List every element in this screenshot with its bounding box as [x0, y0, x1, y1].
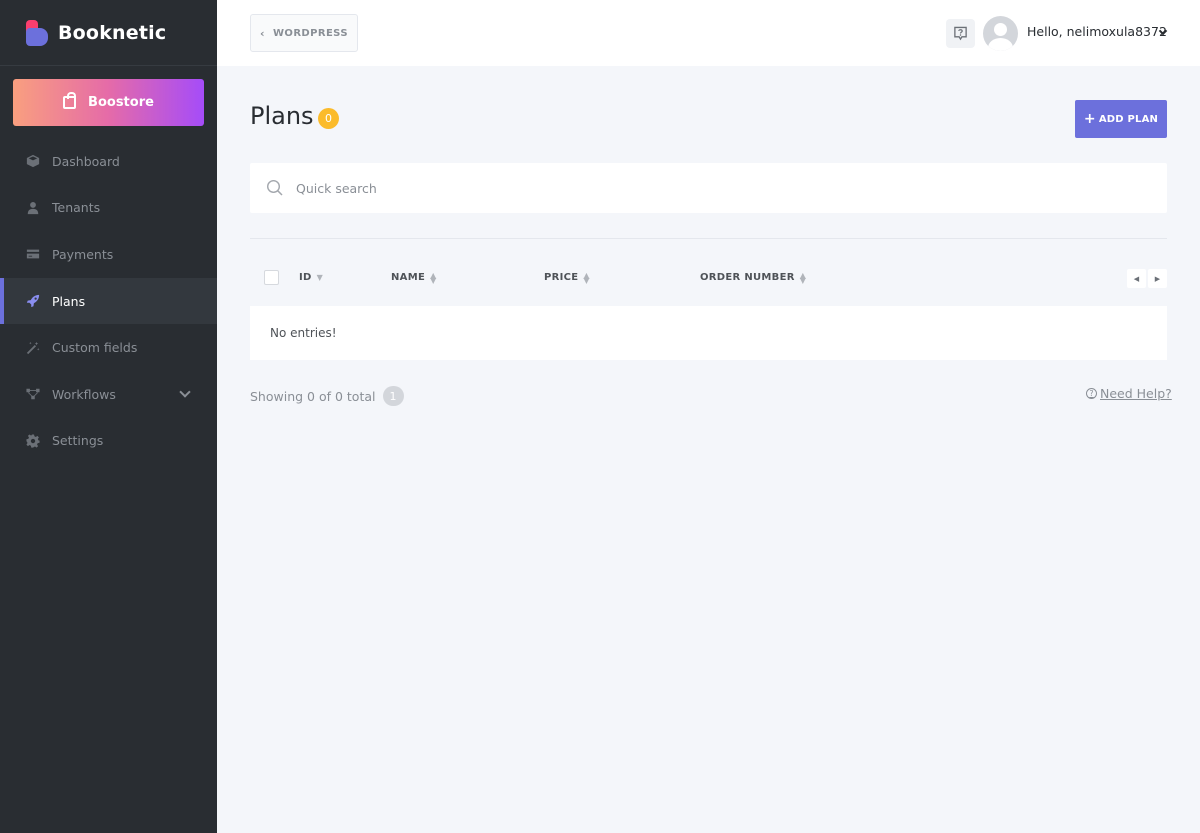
sidebar-item-label: Payments — [52, 246, 114, 262]
boostore-label: Boostore — [88, 95, 154, 110]
sidebar-item-workflows[interactable]: Workflows — [0, 371, 217, 418]
table-scroll-controls: ◀ ▶ — [1127, 269, 1167, 288]
search-icon — [266, 179, 283, 196]
sidebar-item-custom-fields[interactable]: Custom fields — [0, 324, 217, 371]
app-logo[interactable]: Booknetic — [0, 0, 217, 66]
column-header-name[interactable]: NAME ▲ ▼ — [391, 270, 437, 285]
column-header-price[interactable]: PRICE ▲ ▼ — [544, 270, 590, 285]
need-help-link[interactable]: ? Need Help? — [1086, 386, 1172, 401]
page-title: Plans — [250, 102, 314, 130]
sort-desc-icon: ▼ — [316, 273, 324, 282]
help-circle-icon: ? — [1086, 388, 1097, 399]
booknetic-logo-icon — [26, 19, 48, 46]
showing-text: Showing 0 of 0 total — [250, 388, 376, 404]
column-header-label: NAME — [391, 272, 426, 283]
topbar: ‹ WORDPRESS Hello, nelimoxula8372 — [217, 0, 1200, 66]
app-name: Booknetic — [58, 21, 167, 44]
sidebar-item-label: Workflows — [52, 386, 116, 402]
sidebar-item-tenants[interactable]: Tenants — [0, 185, 217, 232]
user-greeting[interactable]: Hello, nelimoxula8372 — [1027, 24, 1167, 39]
sidebar-item-label: Plans — [52, 293, 86, 309]
sidebar-item-label: Custom fields — [52, 340, 138, 356]
rocket-icon — [26, 294, 40, 308]
column-header-order-number[interactable]: ORDER NUMBER ▲ ▼ — [700, 270, 807, 285]
sort-icon: ▲ ▼ — [799, 270, 807, 285]
credit-card-icon — [26, 247, 40, 261]
back-to-wordpress-label: WORDPRESS — [272, 27, 348, 39]
support-chat-button[interactable] — [946, 19, 975, 48]
question-chat-icon — [954, 26, 967, 41]
add-plan-label: ADD PLAN — [1098, 113, 1159, 125]
column-header-label: ID — [299, 272, 312, 283]
table-header: ID ▼ NAME ▲ ▼ PRICE ▲ ▼ ORDER NUMBER ▲ ▼ ◀ … — [250, 262, 1167, 294]
column-header-id[interactable]: ID ▼ — [299, 272, 323, 283]
column-header-label: PRICE — [544, 272, 579, 283]
pagination-info: Showing 0 of 0 total 1 — [250, 386, 404, 406]
search-box — [250, 163, 1167, 213]
scroll-right-icon[interactable]: ▶ — [1148, 269, 1167, 288]
chevron-left-icon: ‹ — [260, 26, 265, 40]
workflow-icon — [26, 387, 40, 401]
box-icon — [26, 154, 40, 168]
sidebar-item-label: Settings — [52, 433, 104, 449]
plus-icon: + — [1083, 111, 1096, 127]
column-header-label: ORDER NUMBER — [700, 272, 795, 283]
select-all-checkbox[interactable] — [264, 270, 279, 285]
count-badge: 0 — [318, 108, 339, 129]
sidebar-item-label: Tenants — [52, 200, 101, 216]
empty-state-row: No entries! — [250, 306, 1167, 360]
sidebar-item-plans[interactable]: Plans — [0, 277, 217, 325]
need-help-label: Need Help? — [1100, 386, 1172, 401]
sidebar-item-label: Dashboard — [52, 153, 120, 169]
sidebar-item-payments[interactable]: Payments — [0, 231, 217, 278]
sort-icon: ▲ ▼ — [430, 270, 437, 285]
sort-icon: ▲ ▼ — [583, 270, 590, 285]
shopping-bag-icon — [63, 92, 77, 109]
divider — [250, 238, 1167, 239]
avatar[interactable] — [983, 16, 1018, 51]
gear-icon — [26, 434, 40, 448]
scroll-left-icon[interactable]: ◀ — [1127, 269, 1146, 288]
page-number-button[interactable]: 1 — [382, 386, 404, 406]
sidebar: Booknetic Boostore Dashboard Tenants Pay… — [0, 0, 217, 833]
boostore-button[interactable]: Boostore — [13, 79, 204, 126]
back-to-wordpress-button[interactable]: ‹ WORDPRESS — [250, 14, 358, 52]
empty-state-text: No entries! — [270, 326, 337, 340]
user-icon — [26, 201, 40, 215]
search-input[interactable] — [296, 180, 1096, 196]
sidebar-menu: Dashboard Tenants Payments Plans Custom … — [0, 138, 217, 464]
magic-wand-icon — [26, 341, 40, 355]
chevron-down-icon[interactable] — [179, 386, 191, 398]
add-plan-button[interactable]: + ADD PLAN — [1075, 100, 1167, 138]
sidebar-item-settings[interactable]: Settings — [0, 418, 217, 465]
sidebar-item-dashboard[interactable]: Dashboard — [0, 138, 217, 185]
